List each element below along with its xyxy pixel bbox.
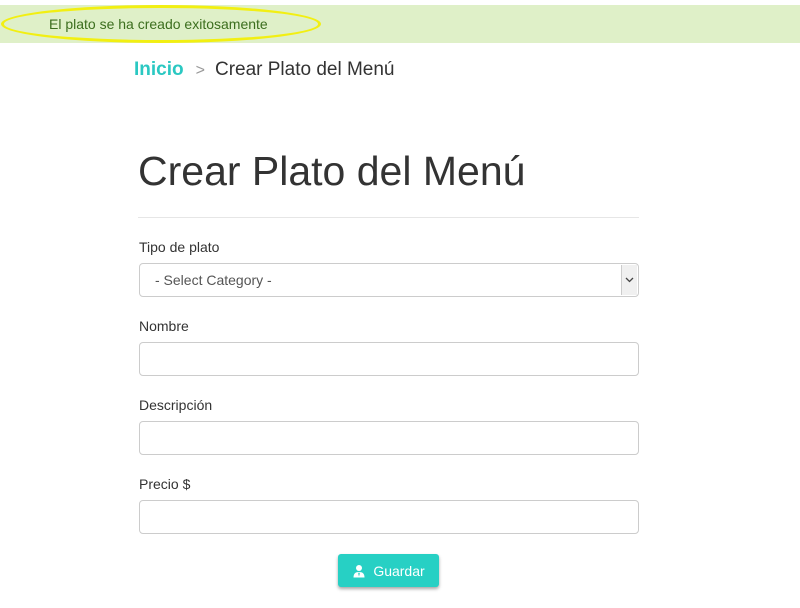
precio-label: Precio $ — [139, 476, 191, 492]
breadcrumb-home-link[interactable]: Inicio — [134, 59, 184, 81]
descripcion-input[interactable] — [139, 421, 639, 455]
guardar-button-label: Guardar — [373, 562, 425, 579]
tipo-de-plato-selected-value: - Select Category - — [155, 272, 272, 288]
nombre-label: Nombre — [139, 318, 189, 334]
descripcion-label: Descripción — [139, 397, 213, 413]
title-divider — [138, 217, 639, 218]
chevron-down-icon[interactable] — [621, 265, 637, 295]
precio-input[interactable] — [139, 500, 639, 534]
tipo-de-plato-select[interactable]: - Select Category - — [139, 263, 639, 297]
page-title: Crear Plato del Menú — [138, 148, 526, 194]
user-tie-icon — [352, 564, 366, 578]
tipo-de-plato-label: Tipo de plato — [139, 239, 220, 255]
breadcrumb-separator: > — [195, 62, 205, 79]
success-alert: El plato se ha creado exitosamente — [0, 5, 800, 43]
breadcrumb: Inicio > Crear Plato del Menú — [134, 59, 395, 81]
alert-message: El plato se ha creado exitosamente — [49, 16, 268, 32]
breadcrumb-current: Crear Plato del Menú — [214, 59, 395, 80]
nombre-input[interactable] — [139, 342, 639, 376]
guardar-button[interactable]: Guardar — [338, 554, 439, 587]
